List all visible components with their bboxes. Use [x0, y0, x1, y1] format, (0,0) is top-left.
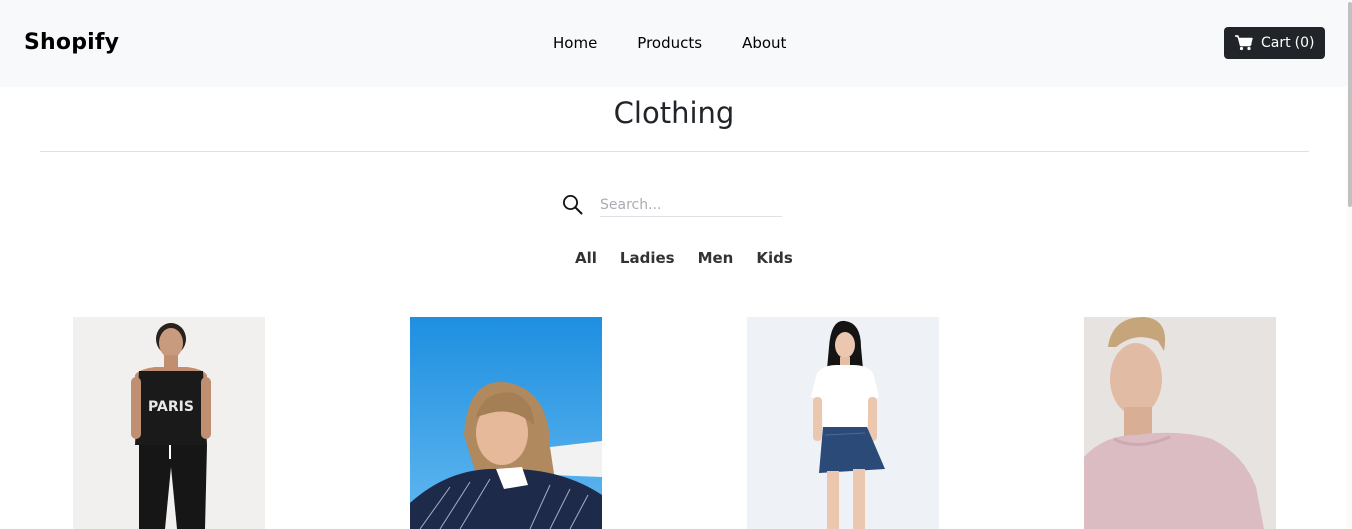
filter-men[interactable]: Men: [698, 249, 734, 267]
product-card-3[interactable]: [747, 317, 939, 529]
nav-link-products[interactable]: Products: [637, 34, 702, 52]
scrollbar-thumb[interactable]: [1348, 2, 1352, 207]
search-input[interactable]: [600, 193, 782, 217]
cart-count: (0): [1294, 35, 1315, 51]
nav-link-home[interactable]: Home: [553, 34, 597, 52]
product-image-4: [1084, 317, 1276, 529]
cart-label: Cart: [1261, 35, 1291, 51]
product-card-4[interactable]: [1084, 317, 1276, 529]
navbar: Shopify Home Products About Cart (0): [0, 0, 1352, 87]
divider: [40, 151, 1309, 152]
nav-link-about[interactable]: About: [742, 34, 786, 52]
brand-logo[interactable]: Shopify: [24, 30, 119, 55]
nav-links: Home Products About: [553, 34, 826, 52]
product-image-3: [747, 317, 939, 529]
product-card-2[interactable]: [410, 317, 602, 529]
product-image-1: PARIS: [73, 317, 265, 529]
filter-ladies[interactable]: Ladies: [620, 249, 675, 267]
filter-all[interactable]: All: [575, 249, 597, 267]
cart-icon: [1235, 35, 1253, 51]
search-bar: [562, 193, 782, 217]
page-title: Clothing: [613, 96, 735, 130]
cart-button[interactable]: Cart (0): [1224, 27, 1325, 59]
shirt-print-text: PARIS: [148, 399, 194, 415]
category-filters: All Ladies Men Kids: [575, 249, 816, 267]
product-card-1[interactable]: PARIS: [73, 317, 265, 529]
product-image-2: [410, 317, 602, 529]
search-icon[interactable]: [562, 194, 583, 215]
filter-kids[interactable]: Kids: [756, 249, 792, 267]
